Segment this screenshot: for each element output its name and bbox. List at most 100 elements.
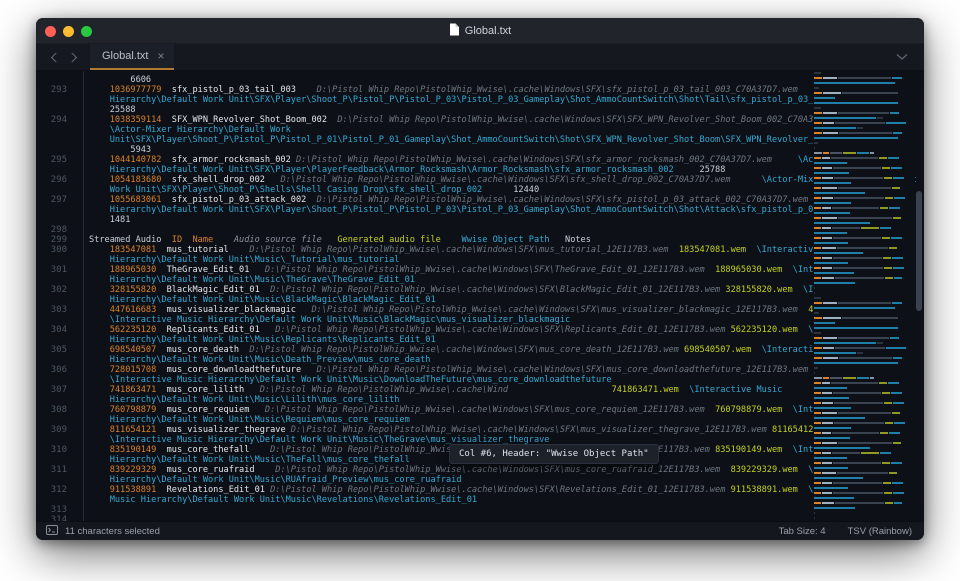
code-token: 188965030: [89, 265, 157, 275]
code-line: 328155820 BlackMagic_Edit_01 D:\Pistol W…: [89, 285, 924, 295]
code-token: 728015708: [89, 365, 157, 375]
code-line: 911538891 Revelations_Edit_01 D:\Pistol …: [89, 485, 924, 495]
minimap-segment: [814, 452, 821, 454]
chevron-right-icon[interactable]: [70, 52, 78, 63]
minimap-segment: [883, 257, 891, 259]
minimap-segment: [892, 77, 902, 79]
code-token: 911538891.wem: [725, 485, 798, 495]
minimap-segment: [888, 382, 899, 384]
minimap-segment: [814, 482, 821, 484]
minimap-segment: [838, 217, 892, 219]
code-token: D:\Pistol Whip Repo\PistolWhip_Wwise\.ca…: [249, 265, 705, 275]
close-window-button[interactable]: [45, 26, 56, 37]
minimap-segment: [814, 422, 821, 424]
indent-guide: [83, 71, 84, 521]
minimap-segment: [833, 492, 883, 494]
line-number: 297: [50, 195, 67, 205]
minimap-segment: [883, 482, 891, 484]
minimap-segment: [893, 442, 901, 444]
code-token: SFX_WPN_Revolver_Shot_Boom_002: [161, 115, 328, 125]
code-token: 447616683: [89, 305, 157, 315]
tab-size-status[interactable]: Tab Size: 4: [779, 526, 826, 537]
code-token: mus_core_downloadthefuture: [156, 365, 302, 375]
window-titlebar: Global.txt: [36, 18, 924, 44]
code-line: 1044140782 sfx_armor_rocksmash_002 D:\Pi…: [89, 155, 924, 165]
minimap-segment: [814, 82, 895, 84]
code-line: 760798879 mus_core_requiem D:\Pistol Whi…: [89, 405, 924, 415]
minimap-segment: [885, 197, 893, 199]
minimap-segment: [870, 377, 874, 379]
chevron-down-icon[interactable]: [886, 44, 924, 70]
code-token: mus_core_ruafraid: [156, 465, 255, 475]
code-token: 183547081: [89, 245, 157, 255]
minimap-segment: [814, 512, 815, 514]
minimap-segment: [889, 207, 900, 209]
minimap-segment: [814, 332, 821, 334]
tab-bar-spacer: [174, 44, 886, 70]
line-number: 310: [50, 445, 67, 455]
language-mode-status[interactable]: TSV (Rainbow): [848, 526, 912, 537]
minimize-window-button[interactable]: [63, 26, 74, 37]
code-line: Hierarchy\Default Work Unit\Music\BlackM…: [89, 295, 924, 305]
code-line: 183547081 mus_tutorial D:\Pistol Whip Re…: [89, 245, 924, 255]
minimap-segment: [823, 77, 837, 79]
minimap-segment: [823, 152, 829, 154]
code-token: D:\Pistol Whip Repo\PistolWhip_Wwise\.ca…: [259, 325, 726, 335]
minimap-segment: [838, 187, 891, 189]
code-token: 1481: [89, 215, 131, 225]
code-token: Hierarchy\Default Work Unit\SFX\Player\S…: [89, 205, 876, 215]
code-token: Streamed Audio: [89, 235, 162, 245]
minimap-segment: [814, 102, 898, 104]
minimap-segment: [814, 417, 865, 419]
minimap-segment: [814, 182, 851, 184]
minimap-segment: [814, 222, 870, 224]
minimap-segment: [814, 147, 815, 149]
minimap-segment: [830, 377, 842, 379]
minimap-segment: [823, 347, 834, 349]
close-icon[interactable]: ×: [157, 50, 164, 62]
window-title-text: Global.txt: [464, 24, 512, 37]
minimap[interactable]: [813, 71, 915, 521]
traffic-light-buttons[interactable]: [45, 26, 92, 37]
minimap-segment: [882, 392, 890, 394]
code-line: 1038359114 SFX_WPN_Revolver_Shot_Boom_00…: [89, 115, 924, 125]
minimap-segment: [814, 397, 849, 399]
column-header-tooltip: Col #6, Header: "Wwise Object Path": [449, 444, 659, 464]
minimap-segment: [814, 392, 821, 394]
code-token: D:\Pistol Whip Repo\PistolWhip_Wwise\.ca…: [254, 465, 721, 475]
code-line: 25588: [89, 105, 924, 115]
scrollbar-thumb[interactable]: [916, 191, 922, 311]
terminal-icon[interactable]: [46, 524, 58, 538]
code-token: 562235120: [89, 325, 157, 335]
code-token: Music Hierarchy\Default Work Unit\Music\…: [89, 495, 478, 505]
minimap-segment: [889, 247, 897, 249]
minimap-segment: [814, 337, 822, 339]
code-line: Unit\SFX\Player\Shoot_P\Pistol_P\Pistol_…: [89, 135, 924, 145]
minimap-segment: [885, 502, 893, 504]
minimap-segment: [822, 267, 832, 269]
minimap-segment: [884, 492, 892, 494]
code-token: D:\Pistol Whip Repo\PistolWhip_Wwise\.ca…: [249, 405, 705, 415]
minimap-segment: [814, 382, 821, 384]
editor-window: Global.txt Global.txt × 293 294 295 296 …: [36, 18, 924, 540]
vertical-scrollbar[interactable]: [915, 71, 923, 521]
code-token: \Actor-Mixer Hierarchy\Default Work: [89, 125, 291, 135]
minimap-segment: [822, 197, 833, 199]
code-token: 698540507.wem: [678, 345, 752, 355]
minimap-segment: [822, 502, 834, 504]
chevron-left-icon[interactable]: [50, 52, 58, 63]
tab-label: Global.txt: [102, 50, 149, 62]
tab-global-txt[interactable]: Global.txt ×: [90, 44, 175, 70]
code-token: Hierarchy\Default Work Unit\Music\Requie…: [89, 415, 410, 425]
minimap-segment: [833, 167, 881, 169]
code-token: 5943: [89, 145, 152, 155]
line-number: 293: [50, 85, 67, 95]
minimap-segment: [822, 187, 837, 189]
minimap-segment: [822, 167, 832, 169]
maximize-window-button[interactable]: [81, 26, 92, 37]
minimap-segment: [891, 392, 902, 394]
code-token: Hierarchy\Default Work Unit\Music\Death_…: [89, 355, 431, 365]
minimap-segment: [814, 157, 821, 159]
code-token: 760798879.wem: [704, 405, 783, 415]
